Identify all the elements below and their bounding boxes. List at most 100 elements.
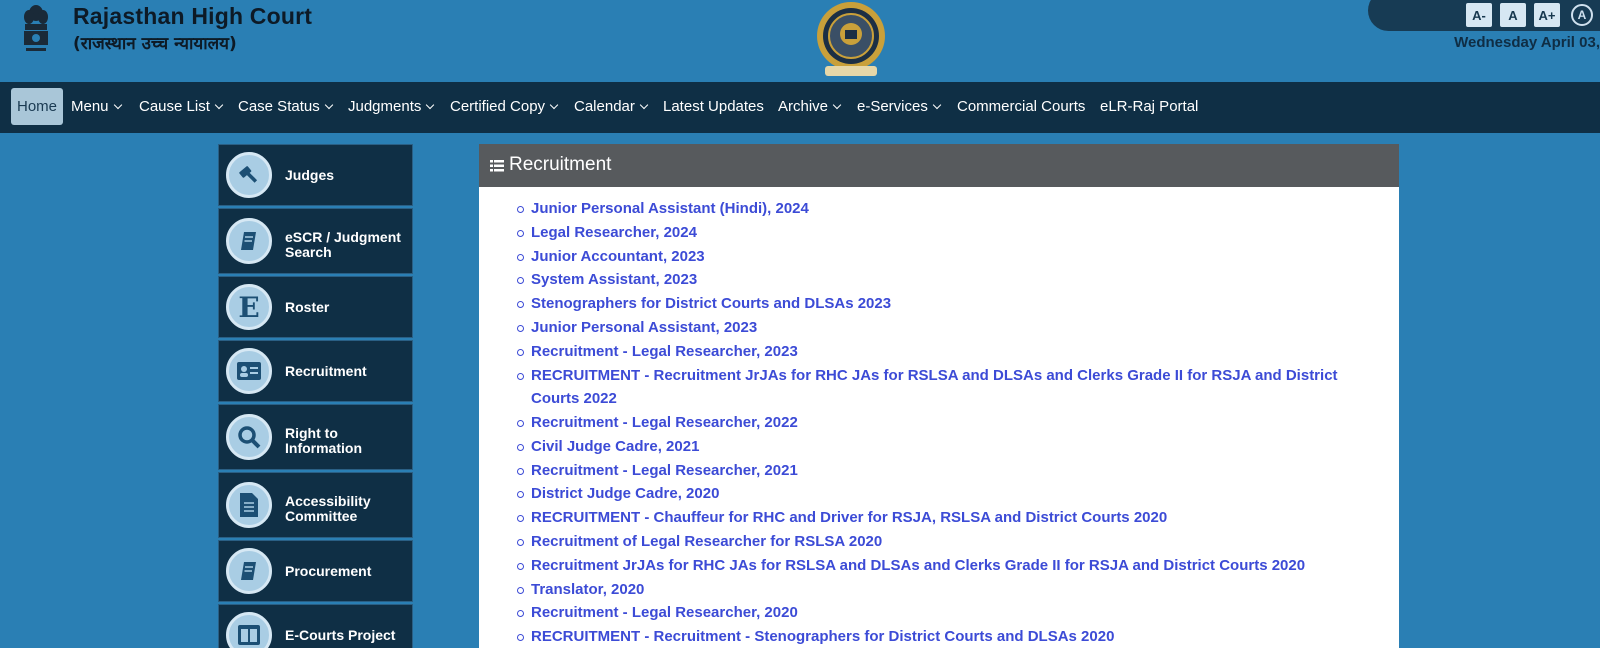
recruitment-panel-body: Junior Personal Assistant (Hindi), 2024 … <box>479 187 1399 648</box>
national-emblem-icon <box>24 5 48 51</box>
recruitment-link[interactable]: Junior Personal Assistant, 2023 <box>517 316 1381 340</box>
nav-menu[interactable]: Menu <box>71 88 122 125</box>
bullet-icon <box>517 562 524 570</box>
panels-icon <box>226 612 272 648</box>
nav-cause-list[interactable]: Cause List <box>139 88 224 125</box>
bullet-icon <box>517 325 524 332</box>
recruitment-panel-header: Recruitment <box>479 144 1399 187</box>
recruitment-link[interactable]: System Assistant, 2023 <box>517 268 1381 292</box>
sidebar-item-accessibility[interactable]: Accessibility Committee <box>218 472 413 538</box>
sidebar-item-rti[interactable]: Right to Information <box>218 404 413 470</box>
list-icon <box>490 160 504 172</box>
current-date: Wednesday April 03, <box>1454 34 1600 51</box>
sidebar-item-label: Right to Information <box>285 425 362 456</box>
sidebar-item-label: E-Courts Project <box>285 627 396 643</box>
recruitment-link[interactable]: Recruitment - Legal Researcher, 2021 <box>517 459 1381 483</box>
nav-commercial-courts[interactable]: Commercial Courts <box>957 88 1085 125</box>
recruitment-link[interactable]: RECRUITMENT - Recruitment JrJAs for RHC … <box>517 364 1381 411</box>
sidebar-item-procurement[interactable]: Procurement <box>218 540 413 602</box>
bullet-icon <box>517 348 524 356</box>
nav-label: Archive <box>778 98 829 115</box>
font-normal-button[interactable]: A <box>1500 3 1526 27</box>
nav-label: Menu <box>71 98 109 115</box>
chevron-down-icon <box>549 100 559 109</box>
sidebar-item-label: Judges <box>285 167 335 183</box>
bullet-icon <box>517 634 524 642</box>
bullet-icon <box>517 586 524 594</box>
nav-archive[interactable]: Archive <box>778 88 842 125</box>
recruitment-link[interactable]: Translator, 2020 <box>517 578 1381 602</box>
site-subtitle: (राजस्थान उच्च न्यायालय) <box>73 34 237 54</box>
bullet-icon <box>517 277 524 285</box>
bullet-icon <box>517 443 524 451</box>
recruitment-link[interactable]: Recruitment - Legal Researcher, 2022 <box>517 411 1381 435</box>
nav-label: Certified Copy <box>450 98 546 115</box>
recruitment-link[interactable]: RECRUITMENT - Chauffeur for RHC and Driv… <box>517 506 1381 530</box>
magnifier-icon <box>226 414 272 460</box>
nav-home[interactable]: Home <box>11 88 64 125</box>
sidebar-item-judges[interactable]: Judges <box>218 144 413 206</box>
recruitment-link[interactable]: Recruitment JrJAs for RHC JAs for RSLSA … <box>517 554 1381 578</box>
chevron-down-icon <box>426 100 435 109</box>
nav-label: Commercial Courts <box>957 98 1086 115</box>
nav-calendar[interactable]: Calendar <box>574 88 649 125</box>
chevron-down-icon <box>113 100 122 109</box>
bullet-icon <box>517 467 524 475</box>
nav-label: Cause List <box>139 98 210 115</box>
recruitment-link[interactable]: Stenographers for District Courts and DL… <box>517 292 1381 316</box>
recruitment-link[interactable]: Recruitment of Legal Researcher for RSLS… <box>517 530 1381 554</box>
site-header: Rajasthan High Court (राजस्थान उच्च न्या… <box>0 0 1600 82</box>
nav-certified-copy[interactable]: Certified Copy <box>450 88 559 125</box>
font-increase-button[interactable]: A+ <box>1534 3 1560 27</box>
recruitment-link[interactable]: RECRUITMENT - Recruitment - Stenographer… <box>517 625 1381 648</box>
nav-label: Latest Updates <box>663 98 764 115</box>
document-icon <box>226 482 272 528</box>
sidebar-item-label: eSCR / Judgment Search <box>285 229 401 260</box>
panel-title: Recruitment <box>509 154 612 175</box>
recruitment-link[interactable]: Civil Judge Cadre, 2021 <box>517 435 1381 459</box>
gavel-icon <box>226 152 272 198</box>
recruitment-link[interactable]: Recruitment - Legal Researcher, 2020 <box>517 601 1381 625</box>
court-seal-icon <box>817 2 885 76</box>
bullet-icon <box>517 229 524 237</box>
nav-elr-raj-portal[interactable]: eLR-Raj Portal <box>1100 88 1198 125</box>
book-icon <box>226 548 272 594</box>
sidebar-item-escr[interactable]: eSCR / Judgment Search <box>218 208 413 274</box>
sidebar-item-roster[interactable]: E Roster <box>218 276 413 338</box>
id-card-icon <box>226 348 272 394</box>
bullet-icon <box>517 610 524 618</box>
font-decrease-button[interactable]: A- <box>1466 3 1492 27</box>
sidebar-item-label: Procurement <box>285 563 372 579</box>
nav-e-services[interactable]: e-Services <box>857 88 942 125</box>
recruitment-link[interactable]: Legal Researcher, 2024 <box>517 221 1381 245</box>
bullet-icon <box>517 206 524 213</box>
sidebar-item-recruitment[interactable]: Recruitment <box>218 340 413 402</box>
recruitment-link[interactable]: Junior Accountant, 2023 <box>517 245 1381 269</box>
chevron-down-icon <box>639 100 649 109</box>
sidebar-item-label: Recruitment <box>285 363 367 379</box>
letter-e-icon: E <box>226 284 272 330</box>
chevron-down-icon <box>932 100 942 109</box>
nav-label: Calendar <box>574 98 635 115</box>
contrast-toggle-button[interactable]: A <box>1571 4 1593 26</box>
bullet-icon <box>517 253 524 261</box>
nav-judgments[interactable]: Judgments <box>348 88 435 125</box>
sidebar-item-label: Accessibility Committee <box>285 493 371 524</box>
bullet-icon <box>517 301 524 309</box>
recruitment-link[interactable]: Junior Personal Assistant (Hindi), 2024 <box>517 197 1381 221</box>
nav-label: Home <box>17 98 58 115</box>
site-title: Rajasthan High Court <box>73 3 313 29</box>
recruitment-link[interactable]: Recruitment - Legal Researcher, 2023 <box>517 340 1381 364</box>
bullet-icon <box>517 491 524 499</box>
sidebar-item-label: Roster <box>285 299 330 315</box>
nav-label: e-Services <box>857 98 928 115</box>
nav-label: Judgments <box>348 98 422 115</box>
main-nav: Home Menu Cause List Case Status Judgmen… <box>0 82 1600 133</box>
recruitment-link[interactable]: District Judge Cadre, 2020 <box>517 482 1381 506</box>
sidebar-item-ecourts[interactable]: E-Courts Project <box>218 604 413 648</box>
book-icon <box>226 218 272 264</box>
nav-latest-updates[interactable]: Latest Updates <box>663 88 764 125</box>
bullet-icon <box>517 372 524 380</box>
bullet-icon <box>517 515 524 523</box>
nav-case-status[interactable]: Case Status <box>238 88 333 125</box>
